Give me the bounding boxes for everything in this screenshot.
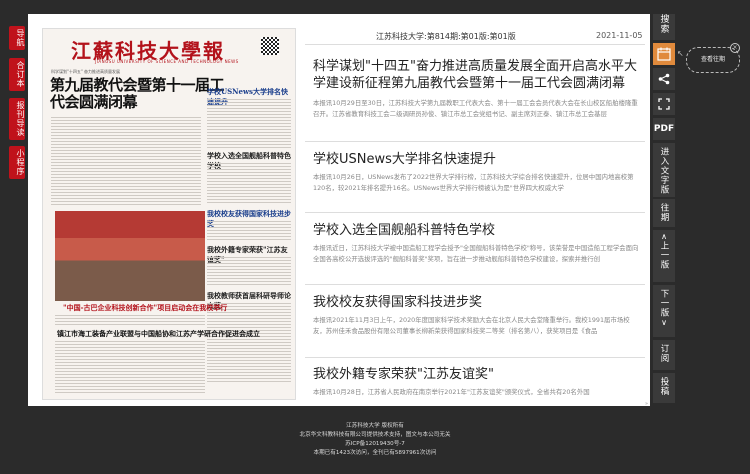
footer-visits: 本期已有1423次访问，全刊已有5897961次访问 <box>313 450 437 456</box>
divider <box>305 212 645 213</box>
paper-photo[interactable] <box>55 211 205 301</box>
article-body-2: 本报讯10月26日，USNews发布了2022世界大学排行榜，江苏科技大学综合排… <box>313 173 634 192</box>
footer-copyright: 江苏科技大学 版权所有 <box>346 423 404 429</box>
article-title-3[interactable]: 学校入选全国舰船科普特色学校 <box>313 222 643 239</box>
share-icon <box>658 73 670 85</box>
prev-page-button[interactable]: ∧ 上一版 <box>653 230 675 282</box>
paper-subheadline[interactable]: 科学谋划"十四五" 奋力推进高质量发展 <box>51 69 120 75</box>
qr-code-icon <box>261 37 279 55</box>
text-mode-button[interactable]: 进入文字版 <box>653 143 675 197</box>
fullscreen-button[interactable] <box>653 93 675 115</box>
paper-guide-button[interactable]: 报刊导读 <box>9 98 25 140</box>
calendar-button[interactable] <box>653 43 675 65</box>
divider <box>305 357 645 358</box>
submit-button[interactable]: 投稿 <box>653 373 675 403</box>
chevron-up-icon: ∧ <box>661 232 667 241</box>
paper-text-block <box>207 221 291 241</box>
next-page-label: 下一版 <box>659 289 669 318</box>
article-body-5: 本报讯10月28日，江苏省人民政府在南京举行2021年"江苏友谊奖"颁奖仪式，全… <box>313 388 590 396</box>
fullscreen-icon <box>658 98 670 110</box>
combined-edition-button[interactable]: 合订本 <box>9 58 25 91</box>
hint-pointer-icon: ↖ <box>677 49 684 58</box>
paper-text-block[interactable] <box>51 117 201 207</box>
article-title-1[interactable]: 科学谋划"十四五"奋力推进高质量发展全面开启高水平大学建设新征程第九届教代会暨第… <box>313 58 643 92</box>
share-button[interactable] <box>653 68 675 90</box>
paper-text-block <box>207 163 291 205</box>
prev-page-label: 上一版 <box>659 241 669 270</box>
close-icon[interactable]: × <box>730 43 740 53</box>
footer-support: 北京华文科教科技有限公司提供技术支持，图文与本公司无关 <box>299 432 451 438</box>
mini-program-button[interactable]: 小程序 <box>9 146 25 179</box>
past-issues-button[interactable]: 往期 <box>653 199 675 227</box>
paper-text-block <box>207 303 291 383</box>
newspaper-page[interactable]: 江蘇科技大學報 JIANGSU UNIVERSITY OF SCIENCE AN… <box>42 28 296 400</box>
article-body-3: 本报讯近日，江苏科技大学被中国造船工程学会授予"全国舰船科普特色学校"称号，该荣… <box>313 244 639 263</box>
calendar-icon <box>657 47 671 61</box>
article-title-4[interactable]: 我校校友获得国家科技进步奖 <box>313 294 643 311</box>
divider <box>305 284 645 285</box>
chevron-down-icon: ∨ <box>661 317 667 327</box>
text-mode-label: 进入文字版 <box>659 147 669 195</box>
pdf-button[interactable]: PDF <box>653 118 675 140</box>
nav-button[interactable]: 导航 <box>9 26 25 50</box>
next-page-button[interactable]: 下一版 ∨ <box>653 285 675 337</box>
subscribe-label: 订阅 <box>659 344 669 363</box>
issue-date: 2021-11-05 <box>596 31 643 40</box>
article-title-5[interactable]: 我校外籍专家荣获"江苏友谊奖" <box>313 366 643 383</box>
subscribe-button[interactable]: 订阅 <box>653 340 675 370</box>
issue-info: 江苏科技大学:第814期:第01版:第01版 <box>376 32 516 41</box>
scroll-indicator[interactable]: » <box>645 401 648 407</box>
divider <box>305 44 645 45</box>
paper-text-block <box>207 257 291 287</box>
paper-masthead-en: JIANGSU UNIVERSITY OF SCIENCE AND TECHNO… <box>95 59 239 64</box>
paper-photo-caption[interactable]: "中国-古巴企业科技创新合作"项目启动会在我校举行 <box>63 303 227 313</box>
article-body-1: 本报讯10月29日至30日，江苏科技大学第九届教职工代表大会、第十一届工会会员代… <box>313 99 638 118</box>
article-title-2[interactable]: 学校USNews大学排名快速提升 <box>313 151 643 168</box>
paper-headline[interactable]: 第九届教代会暨第十一届工代会圆满闭幕 <box>50 77 228 111</box>
past-issues-label: 往期 <box>659 203 669 222</box>
footer-icp[interactable]: 苏ICP备12019430号-7 <box>0 440 750 449</box>
article-body-4: 本报讯2021年11月3日上午，2020年度国家科学技术奖励大会在北京人民大会堂… <box>313 316 630 335</box>
divider <box>305 141 645 142</box>
paper-text-block <box>207 99 291 149</box>
submit-label: 投稿 <box>659 377 669 396</box>
paper-text-block <box>55 315 205 327</box>
paper-text-block <box>55 341 205 395</box>
paper-bottom-caption[interactable]: 镇江市海工装备产业联盟与中国船协和江苏产学研合作促进会成立 <box>57 329 260 339</box>
search-label: 搜索 <box>658 14 669 34</box>
search-button[interactable]: 搜索 <box>653 14 675 40</box>
